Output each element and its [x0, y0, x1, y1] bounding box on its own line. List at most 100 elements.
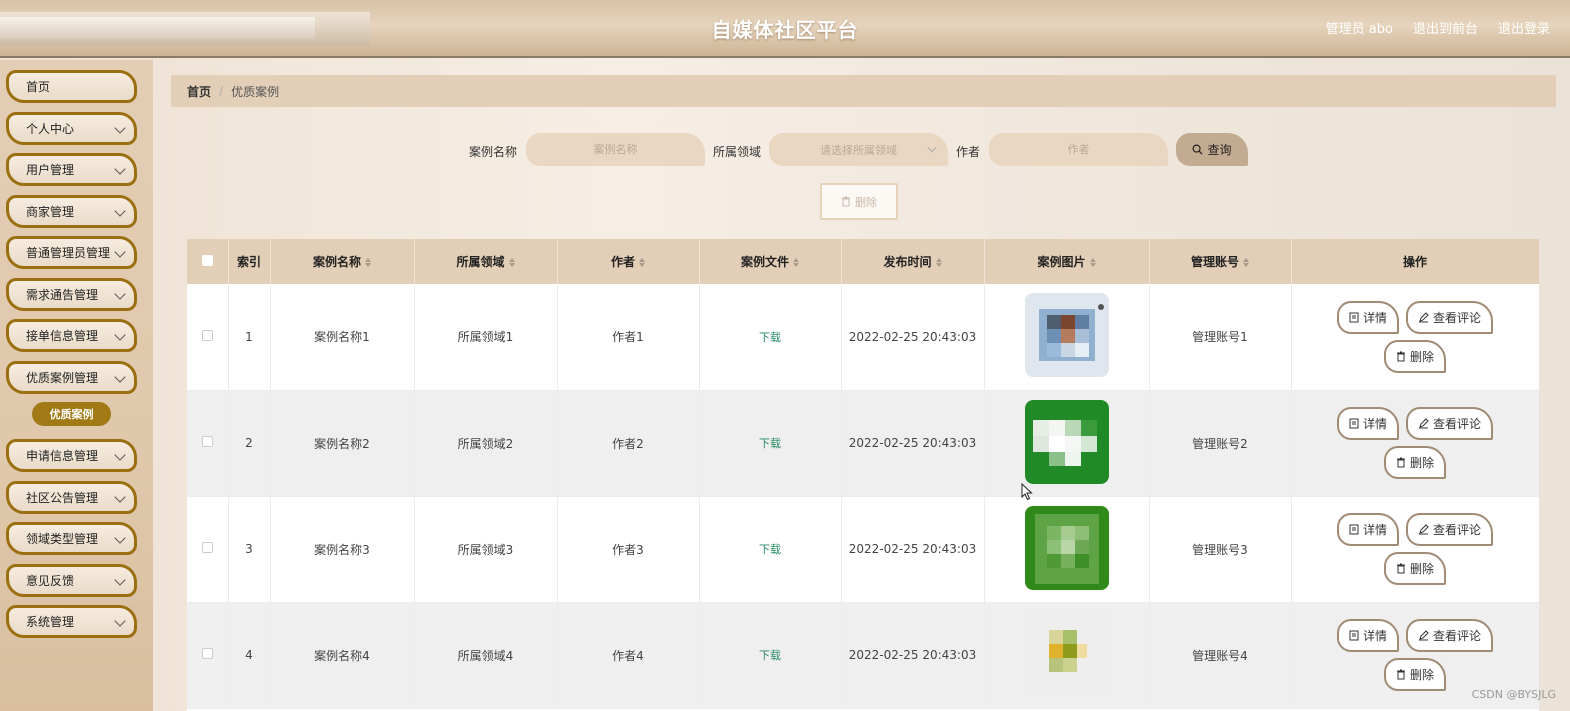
download-link[interactable]: 下载 [759, 437, 781, 450]
cell-author: 作者2 [557, 390, 700, 497]
sort-icon[interactable] [639, 258, 645, 267]
cell-case-file: 下载 [699, 496, 842, 603]
cell-author: 作者3 [557, 496, 700, 603]
sort-icon[interactable] [1243, 258, 1249, 267]
sort-icon[interactable] [1089, 258, 1096, 267]
case-image-thumbnail[interactable] [1024, 505, 1109, 590]
sort-icon[interactable] [508, 258, 515, 267]
detail-button-label: 详情 [1362, 523, 1387, 537]
view-comments-button-label: 查看评论 [1433, 629, 1482, 643]
delete-row-button[interactable]: 删除 [1383, 552, 1446, 585]
sidebar-item-label: 申请信息管理 [26, 449, 99, 463]
delete-row-button-label: 删除 [1409, 456, 1434, 470]
sidebar-item-domain-type[interactable]: 领域类型管理 [6, 522, 137, 555]
column-header-publish-time[interactable]: 发布时间 [841, 239, 985, 284]
author-input[interactable] [989, 133, 1168, 166]
chevron-down-icon [114, 122, 126, 134]
sidebar-item-merchant-management[interactable]: 商家管理 [6, 195, 137, 228]
cell-index: 2 [228, 390, 271, 497]
domain-select-placeholder: 请选择所属领域 [820, 143, 897, 157]
row-checkbox[interactable] [201, 436, 213, 447]
delete-row-button[interactable]: 删除 [1383, 658, 1446, 691]
view-comments-button-label: 查看评论 [1433, 310, 1482, 325]
cell-case-name: 案例名称2 [270, 390, 415, 497]
sort-icon[interactable] [793, 258, 799, 267]
column-header-case-image[interactable]: 案例图片 [984, 239, 1150, 284]
sidebar-subitem-quality-case[interactable]: 优质案例 [32, 402, 111, 426]
select-all-checkbox[interactable] [201, 254, 213, 266]
sidebar-item-user-management[interactable]: 用户管理 [6, 153, 137, 186]
cell-domain: 所属领域1 [414, 284, 558, 391]
sidebar-item-demand-notice[interactable]: 需求通告管理 [6, 278, 137, 311]
cell-publish-time: 2022-02-25 20:43:03 [841, 496, 985, 603]
trash-icon [1396, 457, 1405, 468]
case-image-thumbnail[interactable] [1024, 399, 1109, 484]
sidebar: 首页 个人中心 用户管理 商家管理 普通管理员管理 需求通告管理 接单信息管理 … [0, 60, 153, 711]
column-header-account[interactable]: 管理账号 [1149, 239, 1292, 284]
header-nav: 管理员 abo 退出到前台 退出登录 [1326, 18, 1550, 37]
row-checkbox[interactable] [201, 329, 213, 341]
case-image-thumbnail[interactable] [1024, 293, 1109, 378]
document-icon [1349, 312, 1359, 323]
sidebar-item-community-notice[interactable]: 社区公告管理 [6, 481, 137, 514]
detail-button[interactable]: 详情 [1336, 300, 1399, 334]
column-header-domain[interactable]: 所属领域 [414, 239, 558, 284]
download-link[interactable]: 下载 [759, 649, 781, 662]
sidebar-item-feedback[interactable]: 意见反馈 [6, 564, 137, 597]
sidebar-item-admin-management[interactable]: 普通管理员管理 [6, 236, 137, 269]
breadcrumb-home[interactable]: 首页 [187, 83, 211, 100]
sidebar-item-order-info[interactable]: 接单信息管理 [6, 319, 137, 352]
sidebar-item-quality-case[interactable]: 优质案例管理 [6, 361, 137, 394]
cell-case-image [984, 496, 1150, 603]
cell-account: 管理账号3 [1149, 496, 1292, 603]
cell-index: 1 [228, 284, 271, 391]
batch-delete-button[interactable]: 删除 [820, 183, 898, 220]
sort-icon[interactable] [365, 258, 371, 267]
cell-domain: 所属领域4 [414, 602, 558, 709]
query-button[interactable]: 查询 [1176, 133, 1248, 166]
download-link[interactable]: 下载 [759, 331, 781, 344]
row-actions: 详情 查看评论删除 [1292, 619, 1539, 691]
exit-to-front-link[interactable]: 退出到前台 [1413, 18, 1478, 37]
row-actions: 详情 查看评论删除 [1292, 513, 1539, 585]
sidebar-item-application-info[interactable]: 申请信息管理 [6, 439, 137, 472]
download-link[interactable]: 下载 [759, 543, 781, 556]
row-actions: 详情 查看评论删除 [1292, 407, 1539, 479]
column-header-case-name[interactable]: 案例名称 [270, 239, 415, 284]
case-name-input[interactable] [526, 133, 705, 166]
detail-button[interactable]: 详情 [1336, 407, 1399, 440]
logout-link[interactable]: 退出登录 [1498, 18, 1550, 37]
detail-button[interactable]: 详情 [1336, 619, 1399, 652]
chevron-down-icon [114, 615, 126, 627]
sort-icon[interactable] [935, 258, 942, 267]
mouse-cursor-icon [1021, 483, 1033, 501]
case-image-thumbnail[interactable] [1024, 611, 1109, 696]
chevron-down-icon [114, 449, 126, 461]
cell-publish-time: 2022-02-25 20:43:03 [841, 284, 985, 391]
row-checkbox[interactable] [201, 648, 213, 659]
delete-row-button[interactable]: 删除 [1383, 446, 1446, 479]
detail-button[interactable]: 详情 [1336, 513, 1399, 546]
sidebar-item-personal-center[interactable]: 个人中心 [6, 112, 137, 145]
view-comments-button[interactable]: 查看评论 [1406, 407, 1494, 440]
delete-row-button[interactable]: 删除 [1383, 339, 1446, 373]
cell-case-name: 案例名称3 [270, 496, 415, 603]
sidebar-item-label: 需求通告管理 [26, 288, 99, 302]
sidebar-item-system-management[interactable]: 系统管理 [6, 605, 137, 638]
view-comments-button[interactable]: 查看评论 [1406, 619, 1494, 652]
column-header-label: 作者 [610, 255, 635, 269]
cell-account: 管理账号4 [1149, 602, 1292, 709]
sidebar-item-home[interactable]: 首页 [6, 70, 137, 103]
column-header-author[interactable]: 作者 [557, 239, 700, 284]
domain-select[interactable]: 请选择所属领域 [769, 133, 948, 166]
view-comments-button[interactable]: 查看评论 [1406, 513, 1494, 546]
admin-user-label: 管理员 abo [1325, 22, 1393, 37]
edit-icon [1419, 524, 1429, 535]
view-comments-button[interactable]: 查看评论 [1406, 300, 1494, 334]
column-header-label: 操作 [1402, 255, 1427, 269]
edit-icon [1419, 418, 1429, 429]
sidebar-item-label: 个人中心 [26, 122, 75, 136]
row-checkbox[interactable] [201, 542, 213, 553]
column-header-case-file[interactable]: 案例文件 [699, 239, 842, 284]
column-header-index: 索引 [228, 239, 271, 284]
